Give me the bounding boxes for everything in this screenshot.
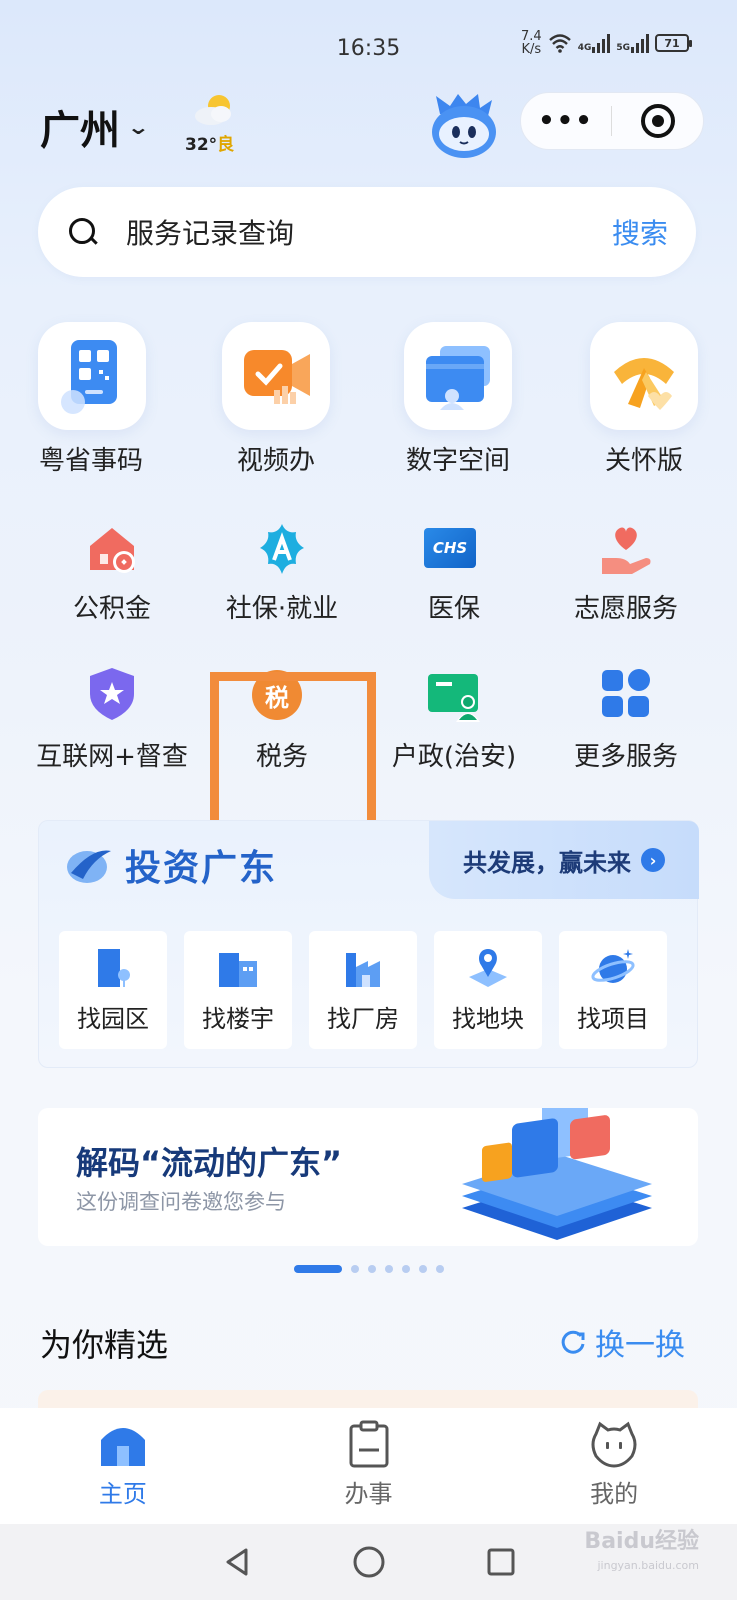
invest-item-building[interactable]: 找楼宇 xyxy=(184,931,292,1049)
survey-banner[interactable]: 解码“流动的广东” 这份调查问卷邀您参与 xyxy=(38,1108,698,1246)
bottom-tab-bar: 主页 办事 我的 xyxy=(0,1408,737,1524)
carousel-indicator xyxy=(0,1265,737,1273)
app-care-version[interactable] xyxy=(590,322,698,430)
weather-cloud-sun-icon xyxy=(195,95,231,125)
invest-logo-icon xyxy=(67,850,111,883)
house-coin-icon xyxy=(82,520,142,580)
service-label: 公积金 xyxy=(72,594,151,624)
signal-4g-icon: 4G xyxy=(578,33,611,53)
search-icon xyxy=(66,215,100,249)
carousel-dot xyxy=(418,1265,427,1273)
carousel-dot-active xyxy=(293,1265,342,1273)
tax-highlight-box xyxy=(210,672,376,832)
app-video-service[interactable] xyxy=(222,322,330,430)
invest-slogan: 共发展，赢未来 xyxy=(463,848,631,877)
grid-icon xyxy=(596,664,656,724)
tab-mine[interactable]: 我的 xyxy=(491,1408,737,1524)
invest-item-factory[interactable]: 找厂房 xyxy=(309,931,417,1049)
back-icon[interactable] xyxy=(222,1546,252,1578)
scarf-icon xyxy=(590,322,698,430)
recommend-title: 为你精选 xyxy=(40,1326,169,1364)
wifi-icon xyxy=(548,34,571,53)
signal-5g-icon: 5G xyxy=(616,33,649,53)
invest-guangdong-card: 共发展，赢未来 › 投资广东 找园区 找楼宇 找厂房 找地块 找项目 xyxy=(38,820,699,1068)
network-speed: 7.4 K/s xyxy=(521,29,542,57)
chevron-right-icon: › xyxy=(641,848,665,872)
more-dots-icon[interactable]: ••• xyxy=(521,106,611,136)
app-digital-space[interactable] xyxy=(404,322,512,430)
refresh-button[interactable]: 换一换 xyxy=(559,1320,685,1364)
app-yueshengshi-code[interactable] xyxy=(38,322,146,430)
carousel-dot xyxy=(384,1265,393,1273)
app-label: 关怀版 xyxy=(604,446,683,476)
factory-icon xyxy=(346,953,380,987)
service-label: 户政(治安) xyxy=(391,742,517,772)
target-icon[interactable] xyxy=(612,104,703,138)
invest-slogan-tab[interactable]: 共发展，赢未来 › xyxy=(429,821,699,899)
robot-mascot-icon[interactable] xyxy=(428,92,500,160)
watermark: Baidu经验 jingyan.baidu.com xyxy=(584,1529,699,1573)
building-icon xyxy=(219,953,257,987)
invest-item-park[interactable]: 找园区 xyxy=(59,931,167,1049)
search-input[interactable]: 服务记录查询 xyxy=(126,212,612,252)
city-selector[interactable]: 广州 ⌄ xyxy=(40,98,151,156)
status-icons: 7.4 K/s 4G 5G 71 xyxy=(521,29,692,57)
clipboard-icon xyxy=(349,1420,388,1468)
city-name: 广州 xyxy=(40,108,120,154)
invest-title: 投资广东 xyxy=(63,839,277,891)
weather-temperature: 32° xyxy=(185,135,218,155)
banner-subtitle: 这份调查问卷邀您参与 xyxy=(76,1190,286,1214)
app-label: 数字空间 xyxy=(405,446,510,476)
folder-icon xyxy=(404,322,512,430)
home-circle-icon[interactable] xyxy=(352,1545,386,1579)
invest-item-project[interactable]: 找项目 xyxy=(559,931,667,1049)
carousel-dot xyxy=(401,1265,410,1273)
profile-face-icon xyxy=(591,1421,637,1468)
service-label: 社保·就业 xyxy=(225,594,339,624)
battery-icon: 71 xyxy=(655,34,692,52)
chevron-down-icon: ⌄ xyxy=(126,115,151,139)
air-quality: 良 xyxy=(217,135,235,155)
app-label: 视频办 xyxy=(236,446,315,476)
service-label: 互联网+督查 xyxy=(36,742,188,772)
planet-icon xyxy=(591,949,635,983)
video-icon xyxy=(222,322,330,430)
heart-hand-icon xyxy=(596,520,656,580)
app-label: 粤省事码 xyxy=(38,446,143,476)
mini-program-capsule: ••• xyxy=(520,92,704,150)
tab-services[interactable]: 办事 xyxy=(246,1408,492,1524)
weather-widget[interactable]: 32°良 xyxy=(185,92,245,155)
banner-title: 解码“流动的广东” xyxy=(76,1144,343,1182)
refresh-icon xyxy=(561,1330,585,1354)
tab-home[interactable]: 主页 xyxy=(0,1408,246,1524)
id-card-icon xyxy=(424,664,484,724)
carousel-dot xyxy=(435,1265,444,1273)
service-label: 志愿服务 xyxy=(573,594,678,624)
recents-icon[interactable] xyxy=(486,1547,516,1577)
service-label: 医保 xyxy=(427,594,480,624)
park-icon xyxy=(98,949,130,987)
chat-layers-illustration xyxy=(462,1108,652,1240)
shield-star-icon xyxy=(82,664,142,724)
invest-item-land[interactable]: 找地块 xyxy=(434,931,542,1049)
search-bar[interactable]: 服务记录查询 搜索 xyxy=(38,187,696,277)
service-label: 更多服务 xyxy=(573,742,678,772)
qr-code-icon xyxy=(38,322,146,430)
land-pin-icon xyxy=(469,949,507,987)
carousel-dot xyxy=(350,1265,359,1273)
chs-icon: CHS xyxy=(424,520,484,580)
search-button[interactable]: 搜索 xyxy=(612,212,668,252)
home-icon xyxy=(100,1428,145,1466)
social-security-icon xyxy=(252,520,312,580)
carousel-dot xyxy=(367,1265,376,1273)
